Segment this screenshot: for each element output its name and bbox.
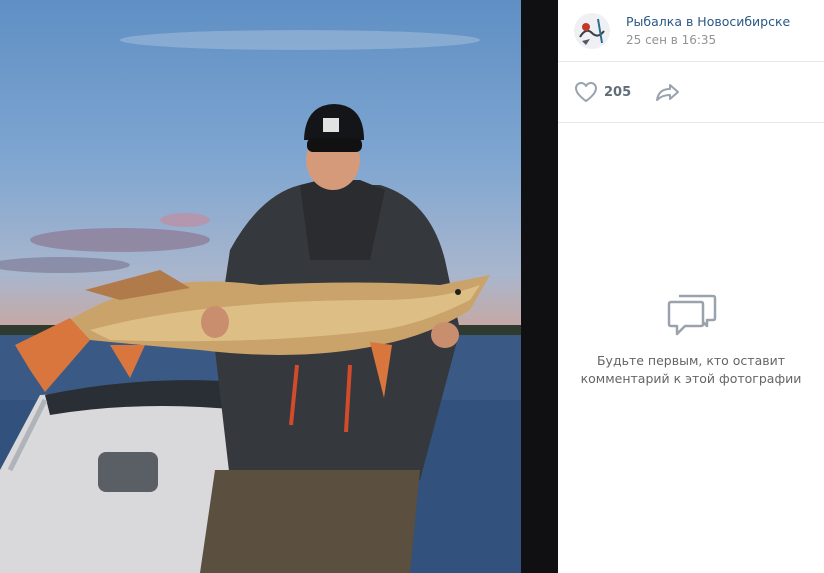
post-header: Рыбалка в Новосибирске 25 сен в 16:35 — [558, 0, 824, 62]
share-arrow-icon — [656, 84, 679, 101]
speech-bubbles-icon — [667, 294, 717, 336]
post-actions: 205 — [558, 62, 824, 123]
fishing-logo-icon — [574, 13, 610, 49]
empty-comments-line-2: комментарий к этой фотографии — [580, 371, 802, 386]
group-name-link[interactable]: Рыбалка в Новосибирске — [626, 14, 790, 29]
like-button[interactable]: 205 — [574, 79, 631, 105]
photo-sidebar: Рыбалка в Новосибирске 25 сен в 16:35 20… — [558, 0, 824, 573]
empty-comments-placeholder: Будьте первым, кто оставит комментарий к… — [558, 290, 824, 388]
photo-viewer[interactable] — [0, 0, 521, 573]
heart-outline-icon — [575, 82, 597, 102]
empty-comments-line-1: Будьте первым, кто оставит — [596, 353, 786, 368]
share-button[interactable] — [654, 79, 682, 105]
viewer-divider — [521, 0, 558, 573]
post-date[interactable]: 25 сен в 16:35 — [626, 33, 716, 47]
like-count: 205 — [604, 84, 632, 100]
empty-comments-text: Будьте первым, кто оставит комментарий к… — [558, 352, 824, 388]
group-avatar[interactable] — [574, 13, 610, 49]
fishing-photo — [0, 30, 521, 573]
